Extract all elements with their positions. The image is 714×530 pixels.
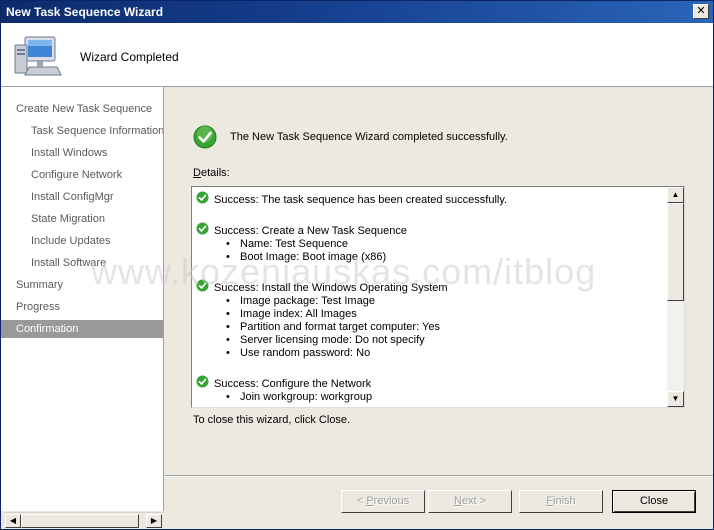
nav-item-state-migration[interactable]: State Migration <box>1 210 163 228</box>
confirmation-content: The New Task Sequence Wizard completed s… <box>165 87 713 475</box>
title-bar: New Task Sequence Wizard ✕ <box>1 1 713 23</box>
next-button-label: ext > <box>461 495 487 507</box>
nav-item-task-sequence-information[interactable]: Task Sequence Information <box>1 122 163 140</box>
details-line: Success: Install the Windows Operating S… <box>214 282 448 294</box>
next-button-mnemonic: N <box>453 495 462 507</box>
finish-button-label: inish <box>553 495 576 507</box>
success-check-icon <box>196 375 209 388</box>
previous-button-mnemonic: P <box>366 495 374 507</box>
details-line: Success: The task sequence has been crea… <box>214 194 508 206</box>
details-line: Success: Configure the Network <box>214 378 372 390</box>
close-button[interactable]: Close <box>612 490 696 513</box>
details-sub-line: Name: Test Sequence <box>226 238 348 250</box>
details-label: Details: <box>193 167 230 179</box>
nav-item-install-configmgr[interactable]: Install ConfigMgr <box>1 188 163 206</box>
wizard-nav-sidebar: Create New Task Sequence Task Sequence I… <box>1 87 164 511</box>
nav-item-confirmation[interactable]: Confirmation <box>1 320 163 338</box>
details-label-mnemonic: D <box>193 167 201 179</box>
details-textbox[interactable]: Success: The task sequence has been crea… <box>191 186 685 408</box>
success-check-icon <box>196 191 209 204</box>
success-check-icon <box>193 125 217 149</box>
details-sub-line: Image index: All Images <box>226 308 357 320</box>
details-sub-line: Boot Image: Boot image (x86) <box>226 251 386 263</box>
nav-item-configure-network[interactable]: Configure Network <box>1 166 163 184</box>
details-sub-line: Image package: Test Image <box>226 295 375 307</box>
details-sub-line: Partition and format target computer: Ye… <box>226 321 440 333</box>
nav-item-install-windows[interactable]: Install Windows <box>1 144 163 162</box>
previous-button[interactable]: < Previous <box>341 490 425 513</box>
details-sub-line: Server licensing mode: Do not specify <box>226 334 425 346</box>
scroll-down-arrow-icon[interactable]: ▼ <box>667 391 684 407</box>
success-check-icon <box>196 279 209 292</box>
nav-item-include-updates[interactable]: Include Updates <box>1 232 163 250</box>
scroll-left-arrow-icon[interactable]: ◀ <box>5 514 21 528</box>
details-list: Success: The task sequence has been crea… <box>192 187 668 407</box>
scroll-right-arrow-icon[interactable]: ▶ <box>146 514 162 528</box>
details-line: Success: Create a New Task Sequence <box>214 225 408 237</box>
previous-button-prefix: < <box>356 495 367 507</box>
scrollbar-thumb[interactable] <box>667 203 684 301</box>
nav-item-summary[interactable]: Summary <box>1 276 163 294</box>
footer-divider <box>165 475 713 477</box>
success-check-icon <box>196 222 209 235</box>
close-window-button[interactable]: ✕ <box>693 4 709 19</box>
nav-item-create-new-task-sequence[interactable]: Create New Task Sequence <box>1 100 163 118</box>
details-label-text: etails: <box>200 167 230 179</box>
window-title: New Task Sequence Wizard <box>6 5 164 19</box>
details-sub-line: Use random password: No <box>226 347 370 359</box>
finish-button[interactable]: Finish <box>519 490 603 513</box>
nav-item-install-software[interactable]: Install Software <box>1 254 163 272</box>
header-title: Wizard Completed <box>80 50 179 64</box>
wizard-header: Wizard Completed <box>1 23 713 87</box>
details-sub-line: Join workgroup: workgroup <box>226 391 372 403</box>
previous-button-label: revious <box>373 495 410 507</box>
details-vertical-scrollbar[interactable]: ▲ ▼ <box>667 187 684 407</box>
next-button[interactable]: Next > <box>428 490 512 513</box>
wizard-window: New Task Sequence Wizard ✕ Wizard Comple… <box>0 0 714 530</box>
scrollbar-thumb[interactable] <box>21 514 139 528</box>
completion-message: The New Task Sequence Wizard completed s… <box>230 131 508 143</box>
scroll-up-arrow-icon[interactable]: ▲ <box>667 187 684 203</box>
nav-item-progress[interactable]: Progress <box>1 298 163 316</box>
computer-icon <box>14 36 62 76</box>
close-instruction: To close this wizard, click Close. <box>193 414 351 426</box>
sidebar-horizontal-scrollbar[interactable]: ◀ ▶ <box>4 512 163 528</box>
